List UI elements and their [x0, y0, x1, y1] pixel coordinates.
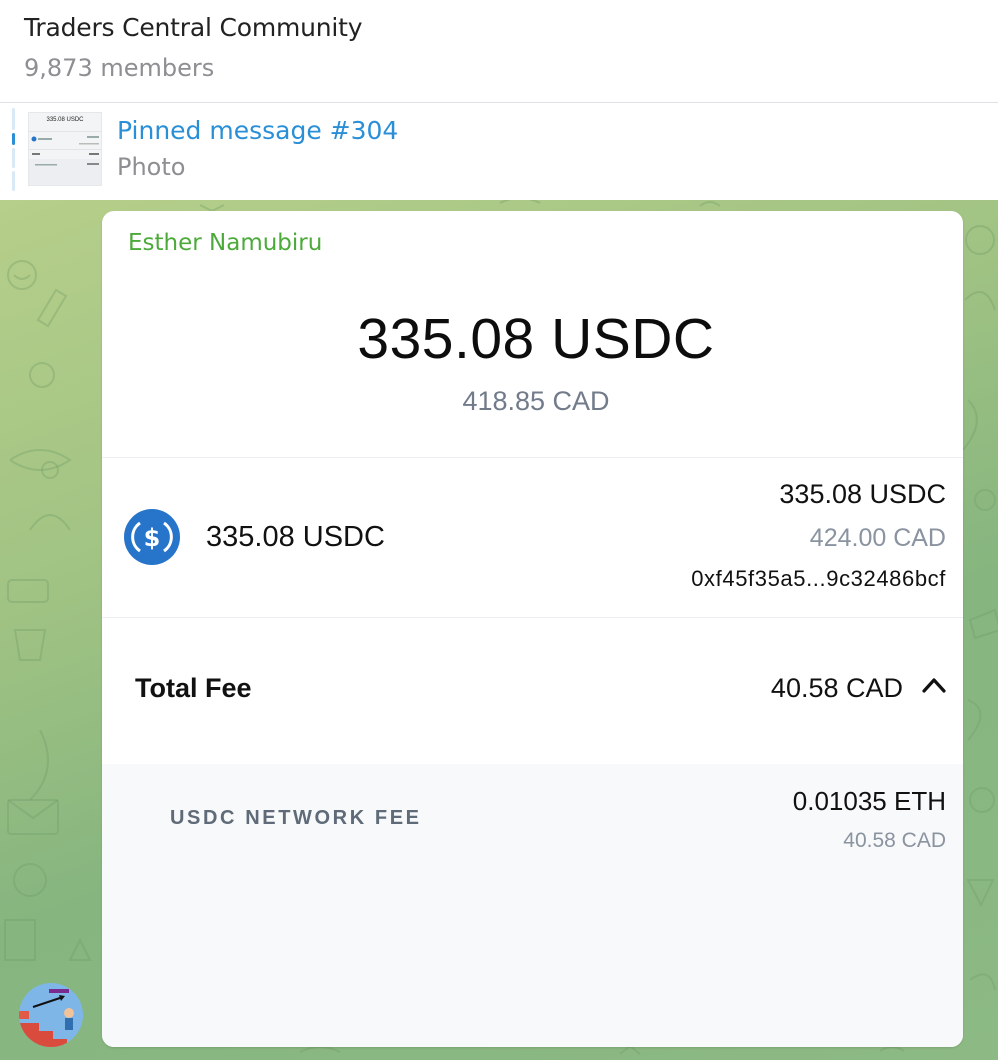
usdc-coin-icon: $	[124, 509, 180, 565]
chevron-up-icon	[922, 678, 946, 693]
total-fee-label: Total Fee	[135, 673, 252, 703]
avatar-image	[19, 983, 83, 1047]
pinned-position-indicator	[12, 108, 15, 192]
total-fee-value: 40.58 CAD	[770, 673, 903, 703]
svg-text:$: $	[144, 524, 161, 552]
pinned-photo-thumbnail[interactable]: 335.08 USDC	[28, 112, 102, 186]
chat-title[interactable]: Traders Central Community	[24, 13, 363, 42]
pinned-title[interactable]: Pinned message #304	[117, 116, 398, 145]
network-fee-section: USDC NETWORK FEE 0.01035 ETH 40.58 CAD	[102, 764, 963, 1047]
thumb-preview-icon	[29, 131, 101, 185]
asset-name: 335.08 USDC	[206, 521, 385, 553]
chat-header[interactable]: Traders Central Community 9,873 members	[0, 0, 998, 103]
recipient-address: 0xf45f35a5...9c32486bcf	[691, 566, 946, 591]
divider	[102, 617, 963, 618]
network-fee-fiat: 40.58 CAD	[843, 829, 946, 852]
member-count: 9,873 members	[24, 54, 215, 82]
pinned-subtitle: Photo	[117, 153, 186, 181]
message-bubble[interactable]: Esther Namubiru 335.08 USDC 418.85 CAD $…	[102, 211, 963, 1047]
divider	[102, 457, 963, 458]
sender-avatar[interactable]	[19, 983, 83, 1047]
network-fee-amount: 0.01035 ETH	[792, 786, 946, 816]
asset-amount: 335.08 USDC	[779, 479, 946, 509]
transaction-amount: 335.08 USDC	[357, 307, 715, 371]
sender-name[interactable]: Esther Namubiru	[128, 230, 322, 256]
network-fee-label: USDC NETWORK FEE	[170, 807, 422, 829]
asset-fiat-value: 424.00 CAD	[809, 524, 946, 552]
transaction-fiat-value: 418.85 CAD	[462, 386, 610, 416]
